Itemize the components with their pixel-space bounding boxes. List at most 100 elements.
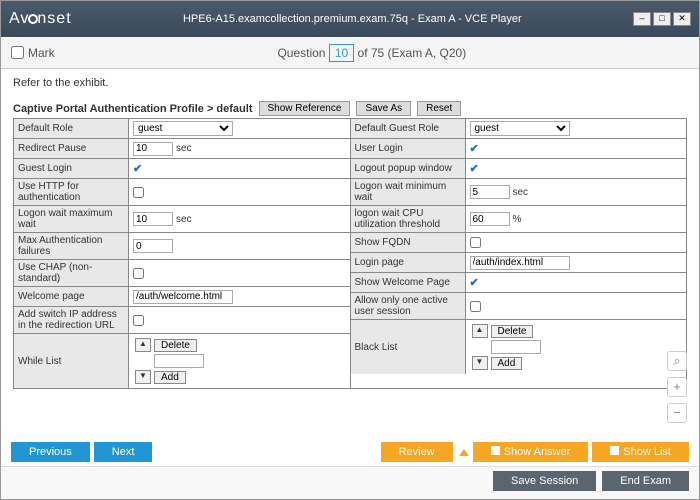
- config-label: logon wait CPU utilization threshold: [351, 206, 466, 232]
- config-row: Default Role guest: [14, 119, 350, 139]
- config-left-column: Default RoleguestRedirect PausesecGuest …: [14, 119, 351, 388]
- config-checkbox[interactable]: [470, 301, 481, 312]
- config-value: ▲Delete ▼Add: [129, 334, 350, 388]
- checkbox-checked-icon[interactable]: ✔: [470, 142, 479, 155]
- window-title: HPE6-A15.examcollection.premium.exam.75q…: [72, 13, 633, 25]
- config-select[interactable]: guest: [133, 121, 233, 136]
- config-value: ✔: [466, 159, 687, 178]
- config-row: Default Guest Role guest: [351, 119, 687, 139]
- save-as-button[interactable]: Save As: [356, 101, 411, 116]
- config-input[interactable]: [133, 290, 233, 304]
- checkbox-checked-icon[interactable]: ✔: [470, 162, 479, 175]
- config-value: sec: [129, 206, 350, 232]
- reset-button[interactable]: Reset: [417, 101, 461, 116]
- config-value: [466, 293, 687, 319]
- exhibit-text: Refer to the exhibit.: [13, 77, 687, 89]
- list-down-button[interactable]: ▼: [472, 356, 488, 370]
- config-value: ✔: [129, 159, 350, 178]
- config-value: ▲Delete ▼Add: [466, 320, 687, 374]
- config-input[interactable]: [133, 239, 173, 253]
- list-add-button[interactable]: Add: [491, 357, 523, 370]
- config-value: sec: [466, 179, 687, 205]
- show-answer-button[interactable]: Show Answer: [473, 442, 589, 462]
- show-reference-button[interactable]: Show Reference: [259, 101, 351, 116]
- end-exam-button[interactable]: End Exam: [602, 471, 689, 491]
- config-checkbox[interactable]: [133, 187, 144, 198]
- list-delete-button[interactable]: Delete: [154, 339, 197, 352]
- config-label: Default Guest Role: [351, 119, 466, 138]
- config-right-column: Default Guest RoleguestUser Login✔Logout…: [351, 119, 687, 388]
- config-row: logon wait CPU utilization threshold%: [351, 206, 687, 233]
- config-input[interactable]: [133, 212, 173, 226]
- profile-title: Captive Portal Authentication Profile > …: [13, 103, 253, 115]
- previous-button[interactable]: Previous: [11, 442, 90, 462]
- config-value: [129, 179, 350, 205]
- config-row: Use HTTP for authentication: [14, 179, 350, 206]
- titlebar: Avnset HPE6-A15.examcollection.premium.e…: [1, 1, 699, 37]
- config-label: Guest Login: [14, 159, 129, 178]
- config-checkbox[interactable]: [133, 315, 144, 326]
- question-indicator: Question 10 of 75 (Exam A, Q20): [55, 44, 689, 62]
- config-row: Use CHAP (non-standard): [14, 260, 350, 287]
- maximize-button[interactable]: □: [653, 12, 671, 26]
- minimize-button[interactable]: –: [633, 12, 651, 26]
- config-checkbox[interactable]: [470, 237, 481, 248]
- config-label: Use HTTP for authentication: [14, 179, 129, 205]
- zoom-out-button[interactable]: −: [667, 403, 687, 423]
- zoom-search-icon[interactable]: ⌕: [667, 351, 687, 371]
- logo: Avnset: [9, 10, 72, 28]
- config-row: Logon wait minimum waitsec: [351, 179, 687, 206]
- review-button[interactable]: Review: [381, 442, 453, 462]
- config-label: Welcome page: [14, 287, 129, 306]
- config-row: Redirect Pausesec: [14, 139, 350, 159]
- config-label: Allow only one active user session: [351, 293, 466, 319]
- close-button[interactable]: ✕: [673, 12, 691, 26]
- list-down-button[interactable]: ▼: [135, 370, 151, 384]
- checkbox-checked-icon[interactable]: ✔: [470, 276, 479, 289]
- config-label: Redirect Pause: [14, 139, 129, 158]
- config-row: Show FQDN: [351, 233, 687, 253]
- config-input[interactable]: [470, 256, 570, 270]
- unit-label: %: [513, 214, 522, 225]
- config-checkbox[interactable]: [133, 268, 144, 279]
- list-up-button[interactable]: ▲: [472, 324, 488, 338]
- config-label: Use CHAP (non-standard): [14, 260, 129, 286]
- config-value: [466, 233, 687, 252]
- config-label: While List: [14, 334, 129, 388]
- config-input[interactable]: [133, 142, 173, 156]
- checkbox-checked-icon[interactable]: ✔: [133, 162, 142, 175]
- list-input[interactable]: [154, 354, 204, 368]
- list-up-button[interactable]: ▲: [135, 338, 151, 352]
- config-value: ✔: [466, 273, 687, 292]
- config-label: Max Authentication failures: [14, 233, 129, 259]
- unit-label: sec: [513, 187, 529, 198]
- config-value: guest: [129, 119, 350, 138]
- config-select[interactable]: guest: [470, 121, 570, 136]
- zoom-in-button[interactable]: +: [667, 377, 687, 397]
- config-label: Login page: [351, 253, 466, 272]
- config-label: Logon wait maximum wait: [14, 206, 129, 232]
- review-arrow-icon[interactable]: [459, 449, 469, 456]
- side-tools: ⌕ + −: [667, 351, 687, 423]
- config-row: Black List▲Delete▼Add: [351, 320, 687, 374]
- mark-checkbox[interactable]: [11, 46, 24, 59]
- show-list-button[interactable]: Show List: [592, 442, 689, 462]
- config-value: ✔: [466, 139, 687, 158]
- config-value: guest: [466, 119, 687, 138]
- config-row: Logout popup window✔: [351, 159, 687, 179]
- config-row: Guest Login ✔: [14, 159, 350, 179]
- config-input[interactable]: [470, 212, 510, 226]
- config-row: Allow only one active user session: [351, 293, 687, 320]
- list-delete-button[interactable]: Delete: [491, 325, 534, 338]
- list-add-button[interactable]: Add: [154, 371, 186, 384]
- config-label: Show Welcome Page: [351, 273, 466, 292]
- save-session-button[interactable]: Save Session: [493, 471, 596, 491]
- config-input[interactable]: [470, 185, 510, 199]
- config-value: sec: [129, 139, 350, 158]
- config-label: Show FQDN: [351, 233, 466, 252]
- config-label: Default Role: [14, 119, 129, 138]
- next-button[interactable]: Next: [94, 442, 153, 462]
- config-value: %: [466, 206, 687, 232]
- list-input[interactable]: [491, 340, 541, 354]
- config-label: Add switch IP address in the redirection…: [14, 307, 129, 333]
